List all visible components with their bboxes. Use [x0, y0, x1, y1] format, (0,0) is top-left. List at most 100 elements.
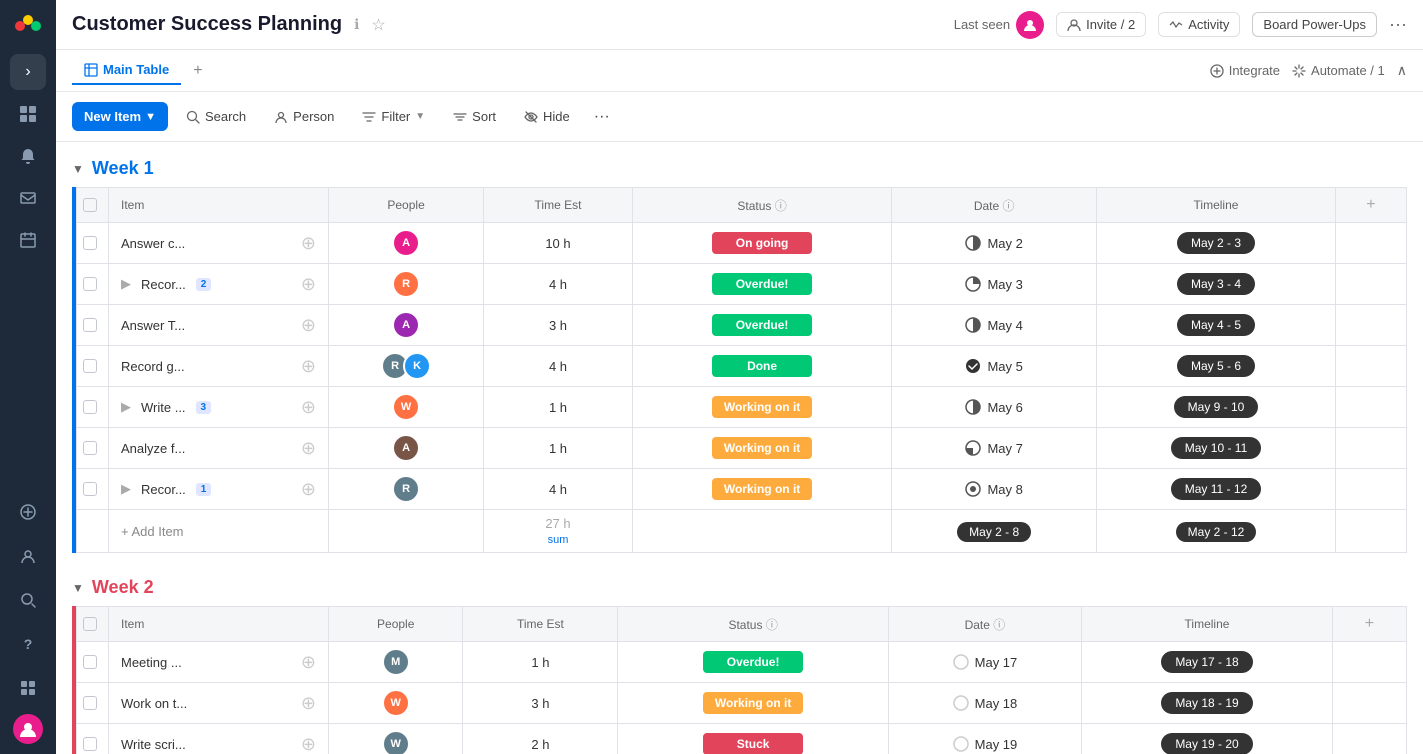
row-status[interactable]: Working on it — [632, 469, 891, 510]
week2-chevron[interactable]: ▼ — [72, 581, 84, 595]
row-checkbox[interactable] — [77, 305, 109, 346]
new-item-button[interactable]: New Item ▼ — [72, 102, 168, 131]
week1-table-wrap: Item People Time Est Status ⓘ Date ⓘ — [72, 187, 1407, 553]
row-checkbox[interactable] — [77, 428, 109, 469]
add-sub-item-btn[interactable]: ⊕ — [301, 397, 316, 418]
add-sub-item-btn[interactable]: ⊕ — [301, 233, 316, 254]
sidebar-btn-invite[interactable] — [10, 538, 46, 574]
row-status[interactable]: On going — [632, 223, 891, 264]
person-filter-button[interactable]: Person — [264, 103, 344, 130]
add-sub-item-btn[interactable]: ⊕ — [301, 274, 316, 295]
row-status[interactable]: Overdue! — [632, 264, 891, 305]
week1-col-time-est: Time Est — [484, 188, 633, 223]
table-row: Write scri... ⊕ W 2 h Stuck May 19 May 1… — [77, 724, 1407, 754]
row-timeline: May 19 - 20 — [1082, 724, 1333, 754]
week2-date-info-icon[interactable]: ⓘ — [993, 618, 1005, 632]
star-icon[interactable]: ☆ — [371, 15, 385, 35]
row-status[interactable]: Stuck — [618, 724, 888, 754]
row-checkbox[interactable] — [77, 642, 109, 683]
sidebar-btn-collapse[interactable]: › — [10, 54, 46, 90]
add-sub-item-btn[interactable]: ⊕ — [301, 652, 316, 673]
row-status[interactable]: Working on it — [632, 428, 891, 469]
week2-title[interactable]: Week 2 — [92, 577, 154, 598]
sidebar-btn-search[interactable] — [10, 582, 46, 618]
sidebar-btn-dashboard[interactable] — [10, 96, 46, 132]
row-checkbox[interactable] — [77, 724, 109, 754]
sidebar-btn-help[interactable]: ? — [10, 626, 46, 662]
row-time-est: 4 h — [484, 346, 633, 387]
row-time-est: 2 h — [463, 724, 618, 754]
hide-button[interactable]: Hide — [514, 103, 580, 130]
sidebar-btn-apps-grid[interactable] — [10, 670, 46, 706]
add-sub-item-btn[interactable]: ⊕ — [301, 356, 316, 377]
row-checkbox[interactable] — [77, 346, 109, 387]
row-empty — [1335, 469, 1406, 510]
search-button[interactable]: Search — [176, 103, 256, 130]
row-expand-icon[interactable]: ▶ — [121, 276, 131, 292]
row-status[interactable]: Working on it — [618, 683, 888, 724]
week2-group: ▼ Week 2 Item People Time Est Status ⓘ — [56, 577, 1423, 754]
sidebar-btn-apps-store[interactable] — [10, 494, 46, 530]
add-sub-item-btn[interactable]: ⊕ — [301, 734, 316, 754]
automate-button[interactable]: Automate / 1 — [1292, 63, 1385, 78]
integrate-button[interactable]: Integrate — [1210, 63, 1280, 78]
activity-button[interactable]: Activity — [1158, 12, 1240, 37]
filter-button[interactable]: Filter ▼ — [352, 103, 435, 130]
week1-col-timeline: Timeline — [1097, 188, 1336, 223]
week2-header-row: Item People Time Est Status ⓘ Date ⓘ — [77, 607, 1407, 642]
row-status[interactable]: Done — [632, 346, 891, 387]
add-sub-item-btn[interactable]: ⊕ — [301, 479, 316, 500]
week1-select-all[interactable] — [77, 188, 109, 223]
week1-col-add[interactable]: + — [1335, 188, 1406, 223]
collapse-icon[interactable]: ∧ — [1397, 62, 1407, 79]
row-checkbox[interactable] — [77, 683, 109, 724]
sidebar-logo[interactable] — [12, 10, 44, 42]
status-info-icon[interactable]: ⓘ — [775, 199, 787, 213]
row-item-name: Write scri... ⊕ — [109, 724, 329, 754]
row-status[interactable]: Overdue! — [632, 305, 891, 346]
sidebar-btn-calendar[interactable] — [10, 222, 46, 258]
row-people: W — [329, 724, 463, 754]
table-row: ▶ Write ... 3 ⊕ W 1 h Working on it May … — [77, 387, 1407, 428]
tab-main-table[interactable]: Main Table — [72, 56, 181, 85]
add-item-row: + Add Item 27 hsum May 2 - 8 May 2 - 12 — [77, 510, 1407, 553]
more-button[interactable]: ··· — [1389, 14, 1407, 35]
row-checkbox[interactable] — [77, 387, 109, 428]
board-powerups-button[interactable]: Board Power-Ups — [1252, 12, 1377, 37]
row-timeline: May 10 - 11 — [1097, 428, 1336, 469]
sort-button[interactable]: Sort — [443, 103, 506, 130]
add-item-btn[interactable]: + Add Item — [109, 510, 329, 553]
week2-status-info-icon[interactable]: ⓘ — [766, 618, 778, 632]
table-row: Work on t... ⊕ W 3 h Working on it May 1… — [77, 683, 1407, 724]
row-timeline: May 17 - 18 — [1082, 642, 1333, 683]
row-status[interactable]: Overdue! — [618, 642, 888, 683]
week2-select-all[interactable] — [77, 607, 109, 642]
row-expand-icon[interactable]: ▶ — [121, 481, 131, 497]
row-status[interactable]: Working on it — [632, 387, 891, 428]
user-avatar[interactable] — [13, 714, 43, 744]
invite-button[interactable]: Invite / 2 — [1056, 12, 1146, 37]
sidebar-btn-notifications[interactable] — [10, 138, 46, 174]
row-checkbox[interactable] — [77, 469, 109, 510]
row-checkbox[interactable] — [77, 223, 109, 264]
week2-col-add[interactable]: + — [1332, 607, 1406, 642]
add-sub-item-btn[interactable]: ⊕ — [301, 438, 316, 459]
sidebar-btn-inbox[interactable] — [10, 180, 46, 216]
topnav-right: Last seen Invite / 2 Activity Board Powe… — [954, 11, 1407, 39]
page-title: Customer Success Planning — [72, 13, 342, 36]
add-sub-item-btn[interactable]: ⊕ — [301, 315, 316, 336]
row-expand-icon[interactable]: ▶ — [121, 399, 131, 415]
date-info-icon[interactable]: ⓘ — [1003, 199, 1015, 213]
info-icon[interactable]: ℹ — [354, 16, 359, 33]
add-sub-item-btn[interactable]: ⊕ — [301, 693, 316, 714]
week1-title[interactable]: Week 1 — [92, 158, 154, 179]
row-checkbox[interactable] — [77, 264, 109, 305]
week1-chevron[interactable]: ▼ — [72, 162, 84, 176]
row-people: A — [329, 223, 484, 264]
add-tab-button[interactable]: + — [185, 58, 210, 84]
row-timeline: May 4 - 5 — [1097, 305, 1336, 346]
week2-table: Item People Time Est Status ⓘ Date ⓘ — [76, 606, 1407, 754]
row-item-name: Meeting ... ⊕ — [109, 642, 329, 683]
toolbar-more-button[interactable]: ··· — [588, 102, 616, 132]
row-empty — [1335, 428, 1406, 469]
